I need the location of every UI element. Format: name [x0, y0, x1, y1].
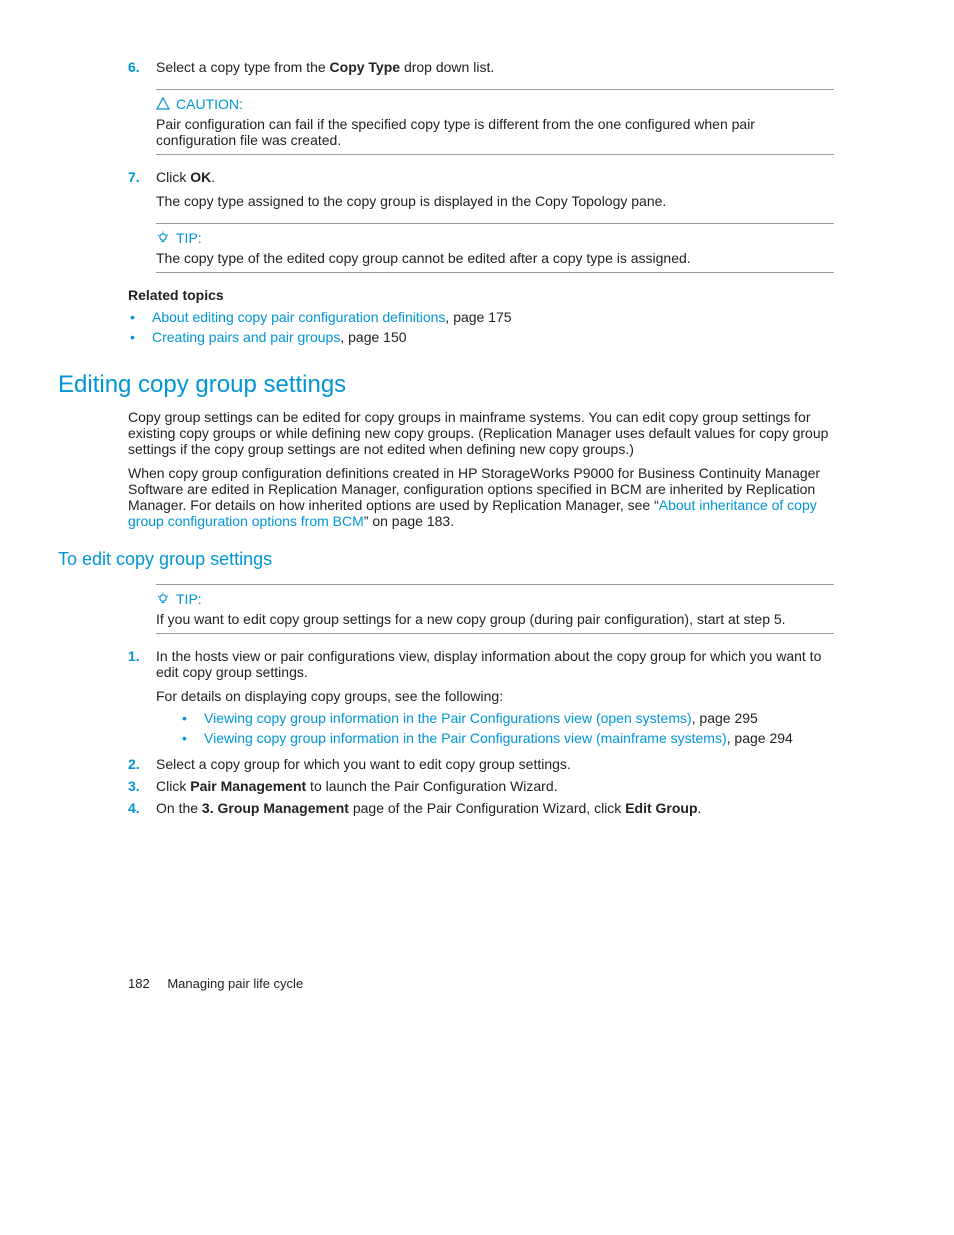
tip-body: If you want to edit copy group settings … [156, 611, 834, 627]
tip-icon [156, 592, 170, 606]
tip-label: TIP: [176, 591, 202, 607]
caution-callout: CAUTION: Pair configuration can fail if … [156, 89, 834, 155]
text: , page 295 [692, 710, 758, 726]
caution-body: Pair configuration can fail if the speci… [156, 116, 834, 148]
tip-header: TIP: [156, 591, 834, 607]
text: . [698, 800, 702, 816]
bold-text: Edit Group [625, 800, 697, 816]
step-number: 7. [128, 169, 156, 209]
step-body: Click OK. The copy type assigned to the … [156, 169, 834, 209]
bold-text: OK [190, 169, 211, 185]
text: , page 294 [727, 730, 793, 746]
text: Click [156, 778, 190, 794]
step-number: 2. [128, 756, 156, 772]
step-3: 3. Click Pair Management to launch the P… [128, 778, 834, 794]
bold-text: 3. Group Management [202, 800, 349, 816]
list-item: • Viewing copy group information in the … [156, 710, 834, 726]
step-number: 1. [128, 648, 156, 750]
tip-header: TIP: [156, 230, 834, 246]
subsection-heading: To edit copy group settings [58, 549, 834, 570]
text: , page 150 [340, 329, 406, 345]
step-body: Click Pair Management to launch the Pair… [156, 778, 834, 794]
step-6: 6. Select a copy type from the Copy Type… [128, 59, 834, 75]
caution-icon [156, 97, 170, 111]
bullet-icon: • [156, 730, 204, 746]
text: On the [156, 800, 202, 816]
text: to launch the Pair Configuration Wizard. [306, 778, 557, 794]
bold-text: Pair Management [190, 778, 306, 794]
text: For details on displaying copy groups, s… [156, 688, 834, 704]
list-item: • Creating pairs and pair groups, page 1… [128, 329, 834, 345]
paragraph: Copy group settings can be edited for co… [128, 409, 834, 457]
bullet-icon: • [156, 710, 204, 726]
footer-title: Managing pair life cycle [167, 976, 303, 991]
section-heading: Editing copy group settings [58, 371, 834, 399]
bold-text: Copy Type [330, 59, 401, 75]
step-result: The copy type assigned to the copy group… [156, 193, 834, 209]
step-number: 3. [128, 778, 156, 794]
list-item: • About editing copy pair configuration … [128, 309, 834, 325]
step-body: Select a copy group for which you want t… [156, 756, 834, 772]
step-2: 2. Select a copy group for which you wan… [128, 756, 834, 772]
caution-header: CAUTION: [156, 96, 834, 112]
page-number: 182 [128, 976, 150, 991]
tip-label: TIP: [176, 230, 202, 246]
step-body: In the hosts view or pair configurations… [156, 648, 834, 750]
step-4: 4. On the 3. Group Management page of th… [128, 800, 834, 816]
text: In the hosts view or pair configurations… [156, 648, 834, 680]
tip-callout: TIP: The copy type of the edited copy gr… [156, 223, 834, 273]
step-7: 7. Click OK. The copy type assigned to t… [128, 169, 834, 209]
link[interactable]: Viewing copy group information in the Pa… [204, 710, 692, 726]
step-number: 6. [128, 59, 156, 75]
text: , page 175 [445, 309, 511, 325]
link[interactable]: Viewing copy group information in the Pa… [204, 730, 727, 746]
list-item: • Viewing copy group information in the … [156, 730, 834, 746]
related-topics-heading: Related topics [128, 287, 834, 303]
step-body: Select a copy type from the Copy Type dr… [156, 59, 834, 75]
text: page of the Pair Configuration Wizard, c… [349, 800, 625, 816]
paragraph: When copy group configuration definition… [128, 465, 834, 529]
text: . [211, 169, 215, 185]
text: drop down list. [400, 59, 494, 75]
link[interactable]: Creating pairs and pair groups [152, 329, 340, 345]
caution-label: CAUTION: [176, 96, 243, 112]
text: ” on page 183. [364, 513, 454, 529]
related-topics-list: • About editing copy pair configuration … [128, 309, 834, 345]
step-number: 4. [128, 800, 156, 816]
bullet-icon: • [128, 329, 152, 345]
text: Click [156, 169, 190, 185]
page-footer: 182 Managing pair life cycle [128, 976, 834, 991]
tip-body: The copy type of the edited copy group c… [156, 250, 834, 266]
text: Select a copy type from the [156, 59, 330, 75]
link[interactable]: About editing copy pair configuration de… [152, 309, 445, 325]
tip-callout: TIP: If you want to edit copy group sett… [156, 584, 834, 634]
sub-list: • Viewing copy group information in the … [156, 710, 834, 746]
step-body: On the 3. Group Management page of the P… [156, 800, 834, 816]
bullet-icon: • [128, 309, 152, 325]
tip-icon [156, 231, 170, 245]
step-1: 1. In the hosts view or pair configurati… [128, 648, 834, 750]
